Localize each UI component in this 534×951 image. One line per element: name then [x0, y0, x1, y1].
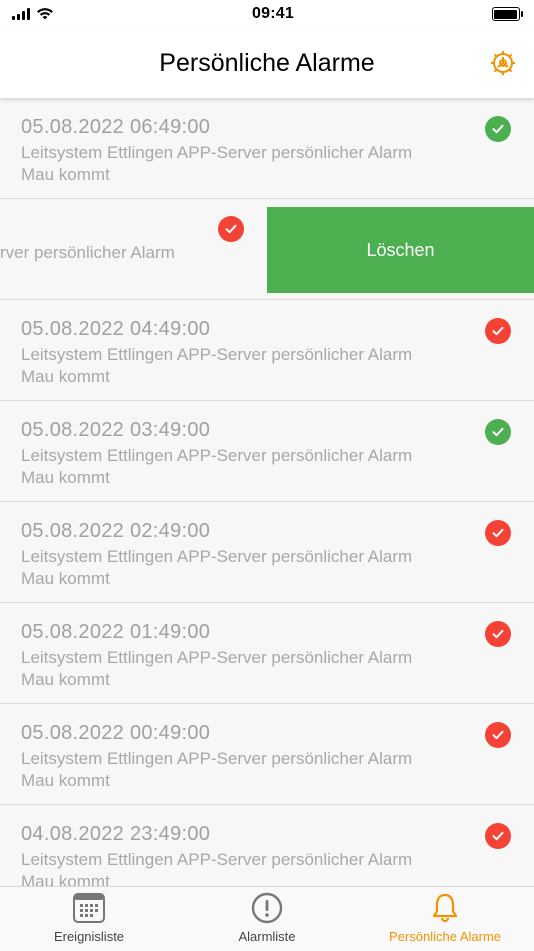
- alarm-description: Leitsystem Ettlingen APP-Server persönli…: [21, 546, 481, 590]
- alarm-description-line1: Leitsystem Ettlingen APP-Server persönli…: [21, 345, 413, 364]
- alarm-row-swiped[interactable]: rver persönlicher Alarm Löschen: [0, 199, 534, 300]
- alarm-datetime: 05.08.2022 01:49:00: [21, 621, 211, 643]
- alarm-description-line1: Leitsystem Ettlingen APP-Server persönli…: [21, 850, 413, 869]
- alarm-datetime: 05.08.2022 06:49:00: [21, 116, 211, 138]
- tab-label: Persönliche Alarme: [389, 929, 501, 944]
- alarm-row[interactable]: 05.08.2022 04:49:00 Leitsystem Ettlingen…: [0, 300, 534, 401]
- alarm-row[interactable]: 05.08.2022 00:49:00 Leitsystem Ettlingen…: [0, 704, 534, 805]
- alarm-description-line1: rver persönlicher Alarm: [0, 243, 175, 262]
- alarm-description: Leitsystem Ettlingen APP-Server persönli…: [21, 849, 481, 886]
- status-time: 09:41: [252, 5, 294, 22]
- alarm-datetime: 05.08.2022 00:49:00: [21, 722, 211, 744]
- tab-persoenliche-alarme[interactable]: Persönliche Alarme: [356, 887, 534, 951]
- gear-icon: [491, 51, 515, 75]
- alarm-description: Leitsystem Ettlingen APP-Server persönli…: [21, 748, 481, 792]
- status-check-icon: [485, 823, 511, 849]
- status-left: [0, 8, 54, 20]
- alarm-description-line2: Mau kommt: [21, 165, 110, 184]
- alarm-description-line1: Leitsystem Ettlingen APP-Server persönli…: [21, 749, 413, 768]
- status-check-icon: [218, 216, 244, 242]
- status-check-icon: [485, 722, 511, 748]
- tab-label: Alarmliste: [238, 929, 296, 944]
- signal-icon: [12, 8, 30, 20]
- tab-ereignisliste[interactable]: Ereignisliste: [0, 887, 178, 951]
- alarm-row[interactable]: 05.08.2022 02:49:00 Leitsystem Ettlingen…: [0, 502, 534, 603]
- tab-bar: Ereignisliste Alarmliste Persönliche Ala…: [0, 886, 534, 951]
- alarm-description-line2: Mau kommt: [21, 872, 110, 886]
- alarm-datetime: 05.08.2022 02:49:00: [21, 520, 211, 542]
- status-check-icon: [485, 116, 511, 142]
- alarm-description: Leitsystem Ettlingen APP-Server persönli…: [21, 647, 481, 691]
- alarm-row[interactable]: 05.08.2022 03:49:00 Leitsystem Ettlingen…: [0, 401, 534, 502]
- alarm-datetime: 05.08.2022 03:49:00: [21, 419, 211, 441]
- status-check-icon: [485, 621, 511, 647]
- alarm-description: Leitsystem Ettlingen APP-Server persönli…: [21, 445, 481, 489]
- alarm-row[interactable]: 04.08.2022 23:49:00 Leitsystem Ettlingen…: [0, 805, 534, 886]
- status-check-icon: [485, 419, 511, 445]
- alarm-list[interactable]: 05.08.2022 06:49:00 Leitsystem Ettlingen…: [0, 98, 534, 886]
- settings-button[interactable]: [486, 46, 520, 80]
- battery-icon: [491, 7, 523, 21]
- alarm-description: Leitsystem Ettlingen APP-Server persönli…: [21, 344, 481, 388]
- exclamation-circle-icon: [251, 892, 283, 924]
- alarm-datetime: 04.08.2022 23:49:00: [21, 823, 211, 845]
- alarm-description-line1: Leitsystem Ettlingen APP-Server persönli…: [21, 446, 413, 465]
- bell-icon: [432, 893, 458, 923]
- tab-alarmliste[interactable]: Alarmliste: [178, 887, 356, 951]
- alarm-description: Leitsystem Ettlingen APP-Server persönli…: [21, 142, 481, 186]
- alarm-row[interactable]: 05.08.2022 06:49:00 Leitsystem Ettlingen…: [0, 98, 534, 199]
- page-title: Persönliche Alarme: [159, 48, 375, 77]
- nav-bar: Persönliche Alarme: [0, 28, 534, 98]
- alarm-row[interactable]: 05.08.2022 01:49:00 Leitsystem Ettlingen…: [0, 603, 534, 704]
- alarm-description-line2: Mau kommt: [21, 468, 110, 487]
- alarm-description-line1: Leitsystem Ettlingen APP-Server persönli…: [21, 547, 413, 566]
- status-check-icon: [485, 520, 511, 546]
- alarm-datetime: 05.08.2022 04:49:00: [21, 318, 211, 340]
- alarm-description-line1: Leitsystem Ettlingen APP-Server persönli…: [21, 648, 413, 667]
- calendar-icon: [73, 893, 105, 923]
- status-check-icon: [485, 318, 511, 344]
- alarm-description-line2: Mau kommt: [21, 771, 110, 790]
- wifi-icon: [37, 8, 53, 20]
- tab-label: Ereignisliste: [53, 929, 125, 944]
- alarm-description-line1: Leitsystem Ettlingen APP-Server persönli…: [21, 143, 413, 162]
- alarm-description-line2: Mau kommt: [21, 367, 110, 386]
- alarm-description-line2: Mau kommt: [21, 569, 110, 588]
- status-bar: 09:41: [0, 0, 534, 28]
- alarm-description-line2: Mau kommt: [21, 670, 110, 689]
- delete-button[interactable]: Löschen: [267, 207, 534, 293]
